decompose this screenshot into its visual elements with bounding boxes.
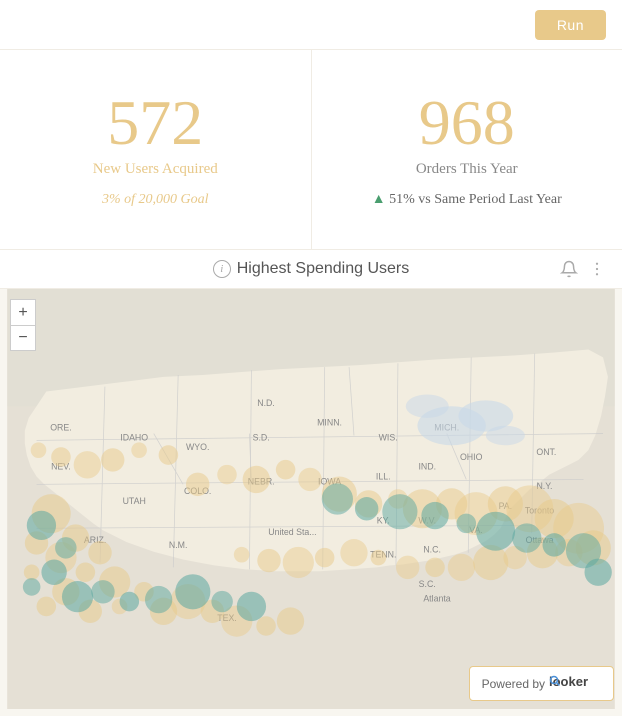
kpi-card-orders: 968 Orders This Year ▲ 51% vs Same Perio… — [312, 50, 622, 249]
svg-text:ONT.: ONT. — [536, 447, 556, 457]
info-icon: i — [213, 260, 231, 278]
kpi-row: 572 New Users Acquired 3% of 20,000 Goal… — [0, 50, 622, 250]
kpi-label-orders: Orders This Year — [416, 161, 518, 178]
more-options-button[interactable] — [588, 260, 606, 278]
svg-text:IDAHO: IDAHO — [120, 432, 148, 442]
kpi-sublabel-users: 3% of 20,000 Goal — [102, 192, 209, 208]
kpi-card-users: 572 New Users Acquired 3% of 20,000 Goal — [0, 50, 312, 249]
map-title: i Highest Spending Users — [213, 260, 410, 278]
looker-brand: looker — [549, 673, 601, 694]
svg-text:S.D.: S.D. — [253, 432, 270, 442]
zoom-in-button[interactable]: + — [10, 299, 36, 325]
powered-by-footer: Powered by looker — [469, 666, 614, 701]
svg-text:OHIO: OHIO — [460, 452, 483, 462]
powered-by-text: Powered by — [482, 677, 545, 691]
kpi-number-users: 572 — [107, 91, 203, 155]
svg-text:ORE.: ORE. — [50, 423, 71, 433]
map-section: i Highest Spending Users — [0, 250, 622, 716]
svg-text:ILL.: ILL. — [376, 471, 391, 481]
svg-text:United Sta...: United Sta... — [268, 527, 316, 537]
svg-text:N.C.: N.C. — [423, 545, 441, 555]
header-bar: Run — [0, 0, 622, 50]
map-actions — [560, 260, 606, 278]
svg-text:IND.: IND. — [418, 462, 436, 472]
run-button[interactable]: Run — [535, 10, 606, 40]
svg-text:UTAH: UTAH — [123, 496, 146, 506]
map-title-text: Highest Spending Users — [237, 260, 410, 278]
kpi-trend-orders: ▲ 51% vs Same Period Last Year — [372, 192, 562, 208]
alert-button[interactable] — [560, 260, 578, 278]
map-header: i Highest Spending Users — [0, 250, 622, 289]
trend-up-icon: ▲ — [372, 192, 386, 207]
svg-text:N.M.: N.M. — [169, 540, 188, 550]
zoom-out-button[interactable]: − — [10, 325, 36, 351]
svg-text:Atlanta: Atlanta — [423, 594, 450, 604]
kpi-trend-value: 51% vs Same Period Last Year — [389, 192, 562, 207]
svg-text:WYO.: WYO. — [186, 442, 209, 452]
svg-text:N.D.: N.D. — [257, 398, 275, 408]
svg-text:MINN.: MINN. — [317, 418, 342, 428]
kpi-label-users: New Users Acquired — [93, 161, 218, 178]
looker-logo-svg: looker — [549, 673, 601, 691]
svg-text:WIS.: WIS. — [379, 432, 398, 442]
map-controls: + − — [10, 299, 36, 351]
kpi-number-orders: 968 — [419, 91, 515, 155]
more-vert-icon — [588, 260, 606, 278]
map-canvas[interactable]: + − — [0, 289, 622, 709]
svg-text:S.C.: S.C. — [419, 579, 436, 589]
bell-icon — [560, 260, 578, 278]
us-map-svg: ORE. NEV. IDAHO UTAH COLO. WYO. S.D. N.D… — [0, 289, 622, 709]
